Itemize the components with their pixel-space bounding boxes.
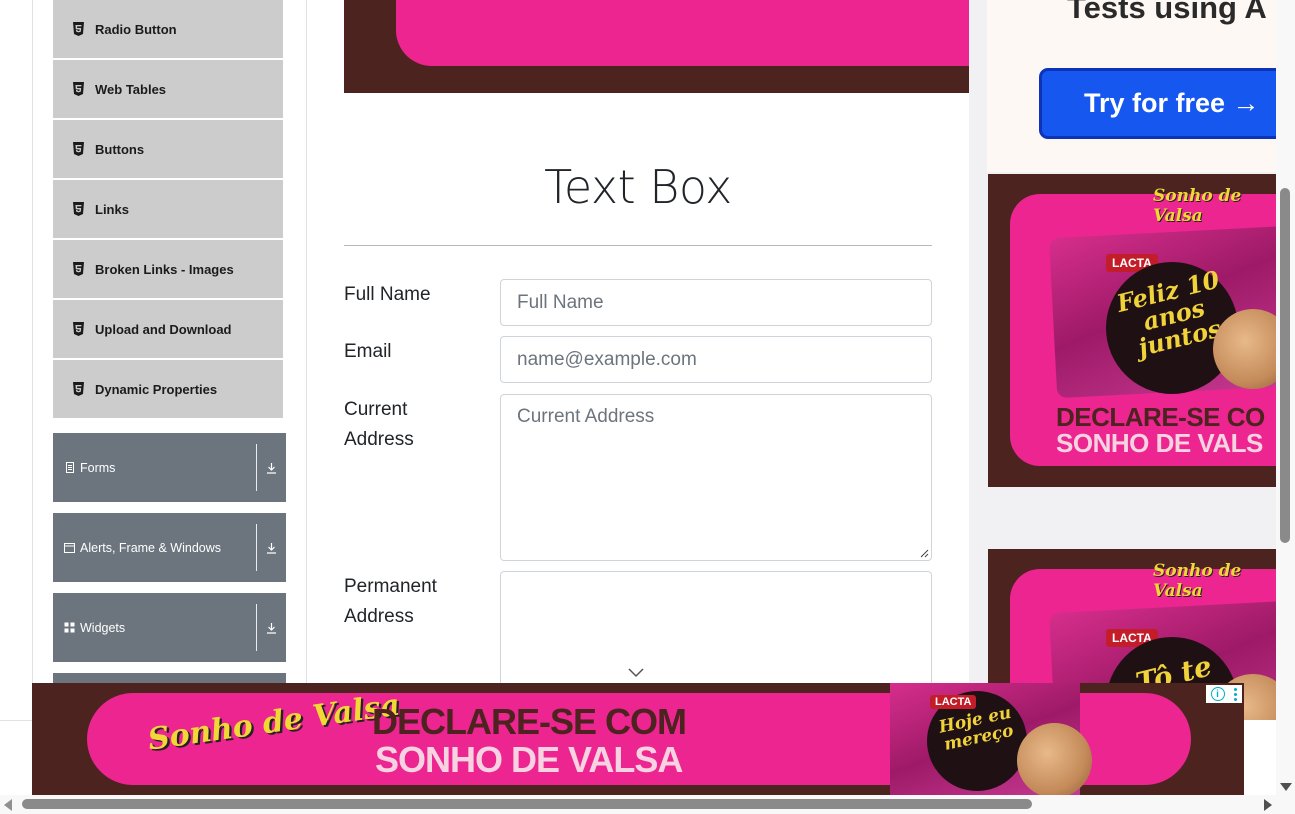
sidebar-item-links[interactable]: Links [53,180,283,238]
ad-text-line2: SONHO DE VALS [1056,428,1263,458]
sidebar-item-dynamic-properties[interactable]: Dynamic Properties [53,360,283,418]
sidebar-item-upload-download[interactable]: Upload and Download [53,300,283,358]
grid-icon [64,622,75,633]
permanent-address-label: Permanent Address [344,576,437,627]
ad-logo: Sonho de Valsa [1153,186,1242,226]
html5-icon [71,142,85,156]
chocolate-cookie [1017,723,1092,795]
ad-headline: Tests using A [1067,0,1267,25]
horizontal-scrollbar[interactable] [0,795,1276,814]
full-name-input[interactable]: Full Name [500,279,932,326]
divider [256,444,257,491]
html5-icon [71,22,85,36]
sidebar-item-broken-links[interactable]: Broken Links - Images [53,240,283,298]
scroll-right-arrow-icon[interactable] [1264,799,1272,811]
download-arrow-icon[interactable] [265,461,277,475]
vertical-scrollbar[interactable] [1276,0,1295,795]
email-label: Email [344,341,392,362]
group-widgets[interactable]: Widgets [53,593,286,662]
ad-choices: i [1206,685,1242,703]
scroll-down-arrow-icon[interactable] [1280,783,1292,791]
group-label: Widgets [80,620,126,635]
html5-icon [71,82,85,96]
group-alerts-frame-windows[interactable]: Alerts, Frame & Windows [53,513,286,582]
ad-pink-shape [396,0,969,66]
sidebar-item-label: Dynamic Properties [95,381,218,397]
page-title: Text Box [544,160,732,214]
html5-icon [71,322,85,336]
sidebar-item-label: Buttons [95,141,145,157]
current-address-textarea[interactable]: Current Address [500,394,932,561]
group-label: Forms [80,460,116,475]
html5-icon [71,262,85,276]
chevron-down-icon[interactable] [628,668,644,678]
scrollbar-corner [1276,795,1295,814]
download-arrow-icon[interactable] [265,621,277,635]
divider [256,604,257,651]
full-name-label: Full Name [344,284,431,305]
bottom-banner-ad[interactable]: Sonho de Valsa DECLARE-SE COM SONHO DE V… [32,683,1244,795]
group-label: Alerts, Frame & Windows [80,540,222,555]
current-address-placeholder: Current Address [517,406,655,427]
ad-text-line2: SONHO DE VALSA [375,739,683,780]
sidebar-item-radio-button[interactable]: Radio Button [53,0,283,58]
title-divider [344,245,932,246]
sidebar-menu-list: Radio Button Web Tables Buttons Links Br… [53,0,283,420]
sidebar-item-web-tables[interactable]: Web Tables [53,60,283,118]
divider [0,720,32,721]
resize-handle-icon[interactable] [920,549,929,558]
horizontal-scroll-thumb[interactable] [22,799,1032,809]
divider [256,524,257,571]
current-address-label: Current Address [344,399,414,450]
sidebar-item-label: Radio Button [95,21,177,37]
sidebar-item-label: Broken Links - Images [95,261,234,277]
try-for-free-button[interactable]: Try for free → [1039,68,1276,139]
sidebar-item-buttons[interactable]: Buttons [53,120,283,178]
page: Radio Button Web Tables Buttons Links Br… [0,0,1295,814]
document-icon [64,462,75,473]
vertical-scroll-thumb[interactable] [1280,188,1290,543]
info-icon[interactable]: i [1210,687,1225,701]
download-arrow-icon[interactable] [265,541,277,555]
window-icon [64,542,75,553]
group-forms[interactable]: Forms [53,433,286,502]
html5-icon [71,382,85,396]
sidebar-item-label: Web Tables [95,81,167,97]
sidebar-item-label: Links [95,201,129,217]
right-top-ad[interactable]: Tests using A Try for free → [987,0,1276,172]
html5-icon [71,202,85,216]
top-banner-ad[interactable] [344,0,969,93]
email-placeholder: name@example.com [517,348,697,370]
permanent-address-textarea[interactable] [500,571,932,701]
ad-logo: Sonho de Valsa [1153,561,1242,601]
email-input[interactable]: name@example.com [500,336,932,383]
right-chocolate-ad-1[interactable]: Sonho de Valsa LACTA Feliz 10 anos junto… [988,174,1276,487]
scroll-left-arrow-icon[interactable] [4,799,12,811]
more-options-icon[interactable] [1234,687,1238,701]
full-name-placeholder: Full Name [517,291,604,313]
sidebar-item-label: Upload and Download [95,321,232,337]
ad-lacta-label: LACTA [930,695,977,709]
ad-text-line1: DECLARE-SE COM [372,701,687,742]
